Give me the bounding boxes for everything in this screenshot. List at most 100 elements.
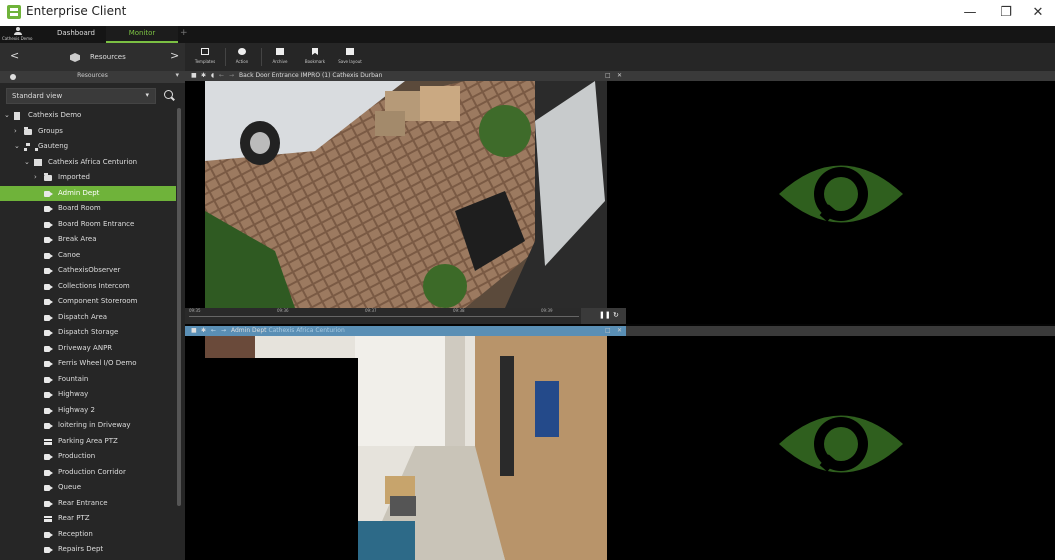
ptz-icon[interactable]: ✱ bbox=[201, 71, 206, 81]
video-tile-empty-top[interactable] bbox=[626, 71, 1055, 324]
tree-item[interactable]: Dispatch Area bbox=[0, 310, 176, 326]
tree-item-label: Cathexis Africa Centurion bbox=[48, 157, 138, 166]
video-tile-admin-dept[interactable]: ■ ✱ ← → Admin Dept Cathexis Africa Centu… bbox=[185, 326, 626, 560]
tree-item[interactable]: Rear Entrance bbox=[0, 496, 176, 512]
tree-item-label: Ferris Wheel I/O Demo bbox=[58, 359, 137, 367]
tab-monitor[interactable]: Monitor bbox=[106, 26, 178, 43]
tile-header bbox=[626, 71, 1055, 81]
tree-item[interactable]: loitering in Driveway bbox=[0, 418, 176, 434]
tree-item[interactable]: ⌄ Cathexis Demo bbox=[0, 108, 176, 124]
folder-icon bbox=[24, 126, 32, 135]
resources-subheader-label: Resources bbox=[77, 72, 108, 79]
resources-cube-icon bbox=[70, 53, 80, 62]
tree-item[interactable]: Rear PTZ bbox=[0, 511, 176, 527]
close-tile-button[interactable]: ✕ bbox=[617, 326, 622, 336]
tree-item[interactable]: Production Corridor bbox=[0, 465, 176, 481]
camera-icon bbox=[44, 407, 53, 414]
toolbar-divider bbox=[225, 48, 226, 66]
tree-item[interactable]: Repairs Dept bbox=[0, 542, 176, 558]
action-button[interactable]: Action bbox=[231, 46, 253, 68]
camera-icon bbox=[44, 531, 53, 538]
tree-scrollbar[interactable] bbox=[177, 108, 181, 506]
camera-icon bbox=[44, 454, 53, 460]
forward-arrow-icon[interactable]: → bbox=[221, 326, 226, 336]
back-arrow-icon[interactable]: ← bbox=[211, 326, 216, 336]
bookmark-button[interactable]: Bookmark bbox=[303, 46, 327, 68]
ptz-icon[interactable]: ✱ bbox=[201, 326, 206, 336]
tree-item-label: CathexisObserver bbox=[58, 266, 121, 274]
close-window-button[interactable]: ✕ bbox=[1026, 4, 1050, 22]
resource-tree: ⌄ Cathexis Demo › Groups ⌄ Gauteng ⌄ Cathexis A… bbox=[0, 108, 176, 560]
chevron-right-icon[interactable]: › bbox=[14, 124, 17, 140]
tree-item[interactable]: Board Room bbox=[0, 201, 176, 217]
camera-icon bbox=[44, 392, 53, 398]
tree-item[interactable]: › Imported bbox=[0, 170, 176, 186]
tree-item-label: Highway 2 bbox=[58, 405, 95, 414]
save-layout-button[interactable]: Save layout bbox=[335, 46, 365, 68]
search-icon[interactable] bbox=[164, 90, 175, 101]
tree-item[interactable]: Production bbox=[0, 449, 176, 465]
timeline[interactable]: 09:35 09:36 09:37 09:38 09:39 ❚❚ ↻ bbox=[185, 308, 626, 324]
minimize-button[interactable]: — bbox=[958, 4, 982, 22]
maximize-tile-button[interactable]: □ bbox=[605, 326, 611, 336]
timeline-track[interactable] bbox=[189, 316, 579, 317]
resources-subheader[interactable]: Resources ▾ bbox=[0, 71, 185, 83]
audio-icon[interactable]: ◖ bbox=[211, 71, 214, 81]
tab-dashboard[interactable]: Dashboard bbox=[40, 26, 112, 43]
video-tile-empty-bottom[interactable] bbox=[626, 326, 1055, 560]
user-avatar-icon bbox=[14, 27, 22, 35]
back-arrow-icon[interactable]: ← bbox=[219, 71, 224, 81]
tree-item[interactable]: Collections Intercom bbox=[0, 279, 176, 295]
camera-feed-admin-dept bbox=[205, 336, 607, 560]
pause-button[interactable]: ❚❚ ↻ bbox=[581, 308, 626, 324]
tree-item[interactable]: Dispatch Storage bbox=[0, 325, 176, 341]
tree-item[interactable]: Parking Area PTZ bbox=[0, 434, 176, 450]
tree-item[interactable]: ⌄ Cathexis Africa Centurion bbox=[0, 155, 176, 171]
tree-item[interactable]: CathexisObserver bbox=[0, 263, 176, 279]
camera-icon bbox=[44, 237, 53, 243]
templates-button[interactable]: Templates bbox=[193, 46, 217, 68]
toolbar-divider bbox=[261, 48, 262, 66]
camera-icon bbox=[44, 330, 53, 336]
chevron-down-icon[interactable]: ⌄ bbox=[14, 139, 20, 155]
forward-arrow-icon[interactable]: → bbox=[229, 71, 234, 81]
app-logo-icon bbox=[7, 5, 21, 19]
tree-item[interactable]: ⌄ Gauteng bbox=[0, 139, 176, 155]
next-panel-button[interactable]: > bbox=[170, 49, 179, 62]
camera-icon bbox=[44, 221, 53, 228]
chevron-down-icon: ▾ bbox=[145, 91, 149, 99]
camera-icon bbox=[44, 283, 53, 290]
tree-item[interactable]: Admin Dept bbox=[0, 185, 176, 201]
ptz-camera-icon bbox=[44, 516, 52, 522]
view-select[interactable]: Standard view ▾ bbox=[6, 88, 156, 104]
network-icon bbox=[24, 143, 38, 151]
tree-item[interactable]: › Groups bbox=[0, 124, 176, 140]
tree-item[interactable]: Break Area bbox=[0, 232, 176, 248]
restore-button[interactable]: ❐ bbox=[994, 4, 1018, 22]
chevron-down-icon[interactable]: ⌄ bbox=[4, 108, 10, 124]
tree-item[interactable]: Ferris Wheel I/O Demo bbox=[0, 356, 176, 372]
video-tile-back-door[interactable]: ■ ✱ ◖ ← → Back Door Entrance IMPRO (1) C… bbox=[185, 71, 626, 324]
tree-item[interactable]: Highway 2 bbox=[0, 403, 176, 419]
tree-item[interactable]: Reception bbox=[0, 527, 176, 543]
camera-icon: ■ bbox=[191, 327, 197, 334]
chevron-down-icon[interactable]: ⌄ bbox=[24, 155, 30, 171]
archive-icon bbox=[276, 48, 284, 55]
chevron-right-icon[interactable]: › bbox=[34, 170, 37, 186]
tree-item[interactable]: Queue bbox=[0, 480, 176, 496]
tree-item[interactable]: Board Room Entrance bbox=[0, 217, 176, 233]
tree-item[interactable]: Canoe bbox=[0, 248, 176, 264]
previous-panel-button[interactable]: < bbox=[10, 49, 19, 62]
tree-item[interactable]: Highway bbox=[0, 387, 176, 403]
maximize-tile-button[interactable]: □ bbox=[605, 71, 611, 81]
tree-item[interactable]: Driveway ANPR bbox=[0, 341, 176, 357]
tree-item[interactable]: Component Storeroom bbox=[0, 294, 176, 310]
tree-item[interactable]: Fountain bbox=[0, 372, 176, 388]
camera-icon bbox=[44, 547, 53, 553]
close-tile-button[interactable]: ✕ bbox=[617, 71, 622, 81]
tile-camera-name: Admin Dept bbox=[231, 327, 267, 334]
tree-item-label: Board Room bbox=[58, 204, 101, 212]
add-tab-button[interactable]: + bbox=[180, 26, 188, 41]
pause-icon: ❚❚ ↻ bbox=[599, 311, 619, 319]
archive-button[interactable]: Archive bbox=[269, 46, 291, 68]
